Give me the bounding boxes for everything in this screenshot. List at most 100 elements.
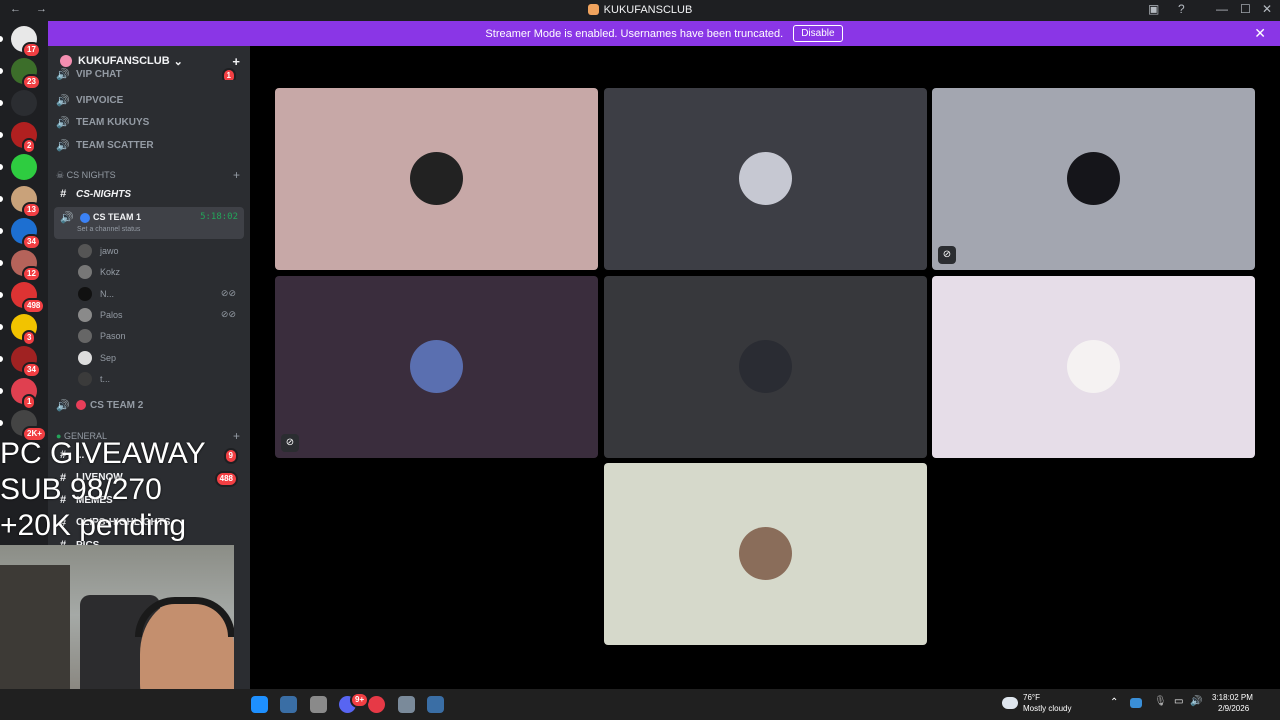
server-name: KUKUFANSCLUB <box>78 55 170 67</box>
banner-text: Streamer Mode is enabled. Usernames have… <box>485 27 784 40</box>
volume-icon[interactable]: 🔊 <box>1190 696 1202 707</box>
streamer-mode-banner: Streamer Mode is enabled. Usernames have… <box>48 21 1280 46</box>
voice-member[interactable]: N... <box>78 285 114 303</box>
weather-desc[interactable]: Mostly cloudy <box>1023 704 1071 713</box>
participant-tile[interactable] <box>604 88 927 270</box>
server-icon <box>587 4 599 15</box>
video-grid: ⊘ ⊘ <box>250 46 1280 689</box>
create-channel-icon[interactable]: + <box>233 168 240 182</box>
unread-pill <box>0 68 3 74</box>
mic-icon[interactable]: 🎙 <box>1154 696 1167 707</box>
tray-chevron-icon[interactable]: ⌃ <box>1110 697 1118 708</box>
edge-icon[interactable] <box>251 696 268 713</box>
participant-avatar <box>1067 340 1120 393</box>
participant-tile[interactable] <box>604 463 927 645</box>
channel-vip-chat[interactable]: 🔊 VIP CHAT 1 <box>56 68 244 80</box>
server-badge: 17 <box>22 42 41 58</box>
avatar <box>78 265 92 280</box>
unread-pill <box>0 356 3 362</box>
channel-label: CS-NIGHTS <box>76 188 131 200</box>
speaker-icon: 🔊 <box>56 94 70 107</box>
window-title: KUKUFANSCLUB <box>0 4 1280 16</box>
member-name: Pason <box>100 331 126 342</box>
voice-member[interactable]: t... <box>78 370 110 388</box>
channel-label: TEAM SCATTER <box>76 139 154 151</box>
unread-pill <box>0 420 3 426</box>
participant-tile[interactable] <box>932 276 1255 458</box>
discord-badge: 9+ <box>350 692 370 708</box>
speaker-icon: 🔊 <box>60 212 74 224</box>
app-icon[interactable] <box>309 696 327 713</box>
voice-member[interactable]: Kokz <box>78 263 120 281</box>
unread-pill <box>0 164 3 170</box>
participant-avatar <box>739 527 792 580</box>
participant-avatar <box>1067 152 1120 205</box>
member-name: N... <box>100 288 115 299</box>
channel-label: CS TEAM 2 <box>90 399 144 411</box>
onedrive-icon[interactable] <box>1130 698 1142 708</box>
member-name: Palos <box>100 309 123 320</box>
voice-member[interactable]: Sep <box>78 349 116 367</box>
participant-avatar <box>410 152 463 205</box>
channel-label: VIPVOICE <box>76 94 124 106</box>
channel-team-kukuys[interactable]: 🔊 TEAM KUKUYS <box>56 112 244 132</box>
server-icon[interactable] <box>11 154 37 180</box>
team-dot-icon <box>76 400 86 410</box>
server-badge: 34 <box>22 234 41 250</box>
unread-pill <box>0 388 3 394</box>
steam-icon[interactable] <box>280 696 298 713</box>
unread-pill <box>0 36 3 42</box>
participant-tile[interactable] <box>604 276 927 458</box>
unread-badge: 1 <box>221 68 236 80</box>
member-name: Sep <box>100 352 117 363</box>
voice-member[interactable]: Palos <box>78 306 123 324</box>
channel-cs-nights[interactable]: # CS-NIGHTS <box>56 184 244 204</box>
member-name: jawo <box>100 246 119 256</box>
avatar <box>78 371 92 386</box>
overlay-line: PC GIVEAWAY <box>0 437 206 470</box>
channel-cs-team-2[interactable]: 🔊 CS TEAM 2 <box>56 395 244 415</box>
weather-temp[interactable]: 76°F <box>1023 693 1040 702</box>
channel-vipvoice[interactable]: 🔊 VIPVOICE <box>56 90 244 110</box>
media-player-icon[interactable] <box>368 696 386 713</box>
banner-close-icon[interactable]: ✕ <box>1254 25 1266 42</box>
team-dot-icon <box>80 213 90 223</box>
avatar <box>78 286 92 301</box>
maximize-button[interactable]: ☐ <box>1240 2 1251 16</box>
channel-label: CS TEAM 1 <box>93 212 142 222</box>
help-icon[interactable]: ? <box>1178 2 1185 16</box>
unread-pill <box>0 324 3 330</box>
category-cs-nights[interactable]: ☠ CS NIGHTS <box>56 170 116 181</box>
member-name: t... <box>100 373 111 384</box>
disable-streamer-mode-button[interactable]: Disable <box>793 25 843 42</box>
inbox-icon[interactable]: ▣ <box>1148 2 1159 16</box>
active-voice-channel[interactable]: 🔊 CS TEAM 1 5:18:02 Set a channel status <box>54 207 244 239</box>
clock-time[interactable]: 3:18:02 PM <box>1212 693 1253 702</box>
speaker-icon: 🔊 <box>56 399 70 412</box>
participant-tile[interactable]: ⊘ <box>932 88 1255 270</box>
channel-team-scatter[interactable]: 🔊 TEAM SCATTER <box>56 135 244 155</box>
invite-people-icon[interactable]: + <box>232 54 240 69</box>
stream-overlay: PC GIVEAWAY SUB 98/270 +20K pending <box>0 436 240 546</box>
unread-pill <box>0 196 3 202</box>
participant-tile[interactable] <box>275 88 598 270</box>
unread-pill <box>0 260 3 266</box>
unread-pill <box>0 228 3 234</box>
unread-pill <box>0 292 3 298</box>
server-icon[interactable] <box>11 90 37 116</box>
participant-tile[interactable]: ⊘ <box>275 276 598 458</box>
settings-icon[interactable] <box>397 696 415 713</box>
steam-alt-icon[interactable] <box>426 696 444 713</box>
voice-member[interactable]: jawo <box>78 242 119 260</box>
clock-date[interactable]: 2/9/2026 <box>1218 704 1249 713</box>
window-title-text: KUKUFANSCLUB <box>603 4 693 16</box>
channel-status[interactable]: Set a channel status <box>77 226 140 233</box>
minimize-button[interactable]: — <box>1216 2 1228 16</box>
close-window-button[interactable]: ✕ <box>1262 2 1272 16</box>
avatar <box>78 244 92 258</box>
muted-icon: ⊘ <box>938 246 956 264</box>
voice-member[interactable]: Pason <box>78 327 126 345</box>
speaker-icon: 🔊 <box>56 116 70 129</box>
network-icon[interactable]: ▭ <box>1174 696 1183 707</box>
avatar <box>78 329 92 344</box>
